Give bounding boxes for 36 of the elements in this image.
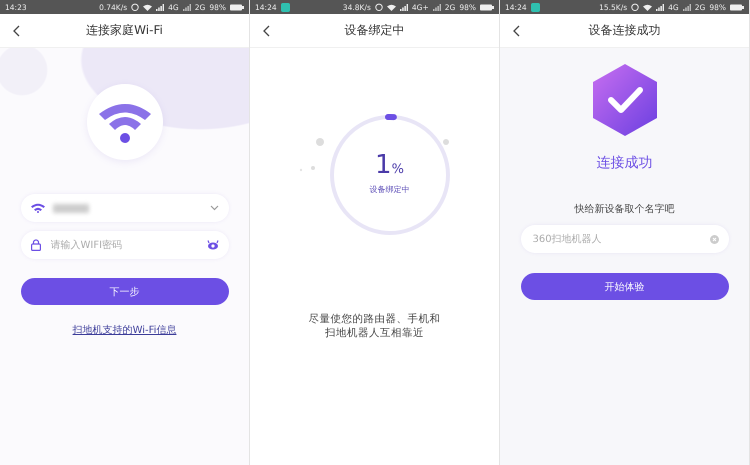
signal-icon <box>156 4 164 10</box>
next-button[interactable]: 下一步 <box>20 278 228 305</box>
eye-icon[interactable] <box>206 240 218 250</box>
app-notification-icon <box>280 2 290 12</box>
alarm-icon <box>631 3 640 11</box>
success-message: 连接成功 <box>596 154 652 172</box>
wifi-select-field[interactable] <box>20 194 228 222</box>
password-field[interactable]: 请输入WIFI密码 <box>20 231 228 259</box>
page-title: 连接家庭Wi-Fi <box>86 22 163 39</box>
page-title: 设备绑定中 <box>344 22 404 39</box>
battery-icon <box>730 4 744 10</box>
app-notification-icon <box>530 2 540 12</box>
progress-percent: 1% <box>375 150 404 180</box>
page-title: 设备连接成功 <box>588 22 660 39</box>
signal-icon <box>400 4 408 10</box>
battery-icon <box>480 4 494 10</box>
password-input[interactable]: 请输入WIFI密码 <box>48 238 198 252</box>
wifi-info-link[interactable]: 扫地机支持的Wi-Fi信息 <box>72 323 176 337</box>
signal-icon <box>432 4 441 10</box>
signal-icon <box>682 4 691 10</box>
blurred-network-name <box>52 204 88 212</box>
signal-icon <box>656 4 664 10</box>
alarm-icon <box>131 3 140 11</box>
name-prompt: 快给新设备取个名字吧 <box>574 202 674 216</box>
signal-icon <box>182 4 191 10</box>
wifi-signal-icon <box>643 4 652 10</box>
wifi-signal-icon <box>143 4 152 10</box>
wifi-signal-icon <box>386 4 396 10</box>
progress-label: 设备绑定中 <box>370 184 410 195</box>
hint-text: 尽量使您的路由器、手机和 扫地机器人互相靠近 <box>308 312 440 340</box>
start-button[interactable]: 开始体验 <box>520 273 728 300</box>
alarm-icon <box>374 3 383 11</box>
chevron-down-icon <box>210 205 218 211</box>
battery-icon <box>230 4 244 10</box>
wifi-icon <box>30 203 44 213</box>
lock-icon <box>30 239 40 251</box>
